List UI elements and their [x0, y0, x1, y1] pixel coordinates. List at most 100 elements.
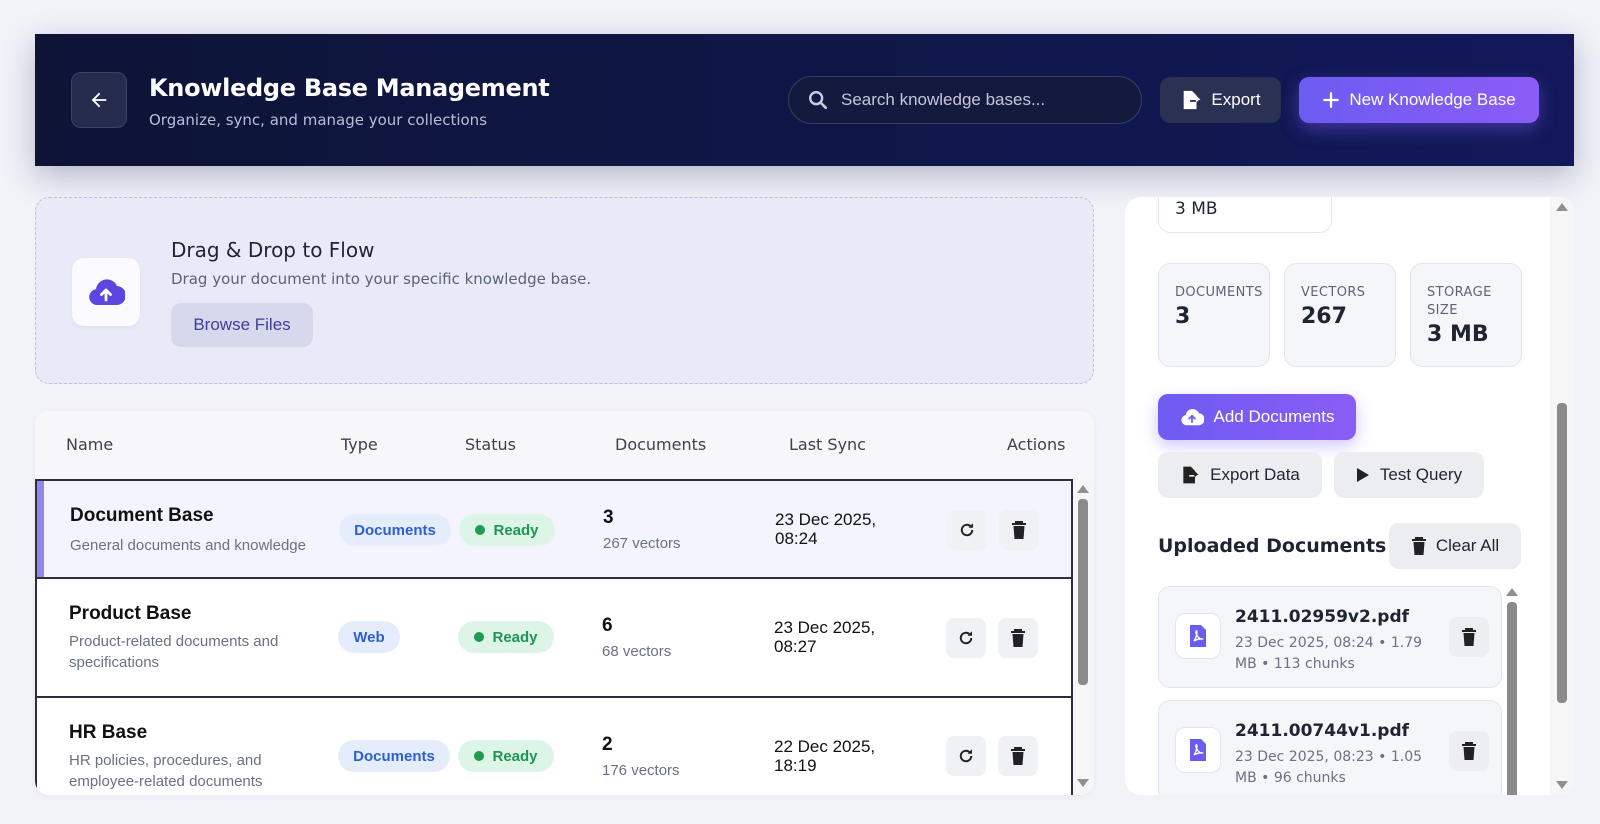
- table-row[interactable]: HR Base HR policies, procedures, and emp…: [35, 696, 1073, 795]
- export-button[interactable]: Export: [1160, 77, 1281, 123]
- file-name: 2411.02959v2.pdf: [1235, 607, 1410, 627]
- table-scrollbar[interactable]: [1073, 479, 1094, 795]
- last-sync: 23 Dec 2025, 08:24: [775, 510, 905, 548]
- delete-button[interactable]: [999, 510, 1039, 550]
- scroll-up-icon[interactable]: [1556, 203, 1568, 211]
- trash-icon: [1462, 628, 1476, 646]
- trash-icon: [1011, 747, 1025, 765]
- file-name: 2411.00744v1.pdf: [1235, 721, 1410, 741]
- stat-value: 3: [1175, 304, 1191, 329]
- stat-storage-size: STORAGE SIZE 3 MB: [1410, 263, 1522, 367]
- scroll-thumb[interactable]: [1507, 602, 1517, 795]
- arrow-left-icon: [91, 92, 107, 108]
- scroll-down-icon[interactable]: [1077, 779, 1089, 787]
- document-count: 2: [602, 734, 613, 755]
- refresh-icon: [960, 523, 974, 537]
- type-badge: Documents: [338, 740, 450, 772]
- refresh-icon: [959, 749, 973, 763]
- file-list-scrollbar[interactable]: [1504, 586, 1520, 795]
- trash-icon: [1411, 537, 1426, 555]
- file-meta: 23 Dec 2025, 08:24 • 1.79 MB • 113 chunk…: [1235, 635, 1423, 672]
- new-knowledge-base-button[interactable]: New Knowledge Base: [1299, 77, 1539, 123]
- scroll-down-icon[interactable]: [1556, 781, 1568, 789]
- cloud-upload-icon: [89, 279, 125, 306]
- search-box[interactable]: [788, 76, 1142, 124]
- last-sync-date: 23 Dec 2025,: [775, 510, 877, 529]
- refresh-button[interactable]: [947, 510, 987, 550]
- column-documents: Documents: [615, 435, 707, 454]
- add-documents-button[interactable]: Add Documents: [1158, 394, 1356, 440]
- file-meta: 23 Dec 2025, 08:23 • 1.05 MB • 96 chunks: [1235, 749, 1423, 786]
- status-badge: Ready: [458, 621, 554, 653]
- document-count: 6: [602, 615, 613, 636]
- scroll-thumb[interactable]: [1078, 499, 1088, 685]
- document-count: 3: [603, 507, 614, 528]
- last-sync-time: 08:24: [775, 529, 818, 548]
- details-panel: 3 MB DOCUMENTS 3 VECTORS 267 STORAGE SIZ…: [1125, 197, 1574, 795]
- scroll-thumb[interactable]: [1557, 403, 1567, 703]
- refresh-button[interactable]: [946, 736, 986, 776]
- browse-files-button[interactable]: Browse Files: [171, 303, 313, 347]
- new-knowledge-base-label: New Knowledge Base: [1349, 90, 1516, 109]
- vector-count: 267 vectors: [603, 535, 681, 552]
- partial-stat-value: 3 MB: [1175, 199, 1218, 219]
- table-body: Document Base General documents and know…: [35, 479, 1073, 795]
- clear-all-button[interactable]: Clear All: [1389, 523, 1521, 569]
- scroll-up-icon[interactable]: [1077, 485, 1089, 493]
- cloud-upload-tile: [72, 258, 140, 326]
- page-subtitle: Organize, sync, and manage your collecti…: [149, 111, 488, 129]
- back-button[interactable]: [71, 72, 127, 128]
- table-row[interactable]: Document Base General documents and know…: [35, 479, 1073, 579]
- last-sync-date: 23 Dec 2025,: [774, 618, 876, 637]
- stat-label: VECTORS: [1301, 285, 1366, 300]
- column-last-sync: Last Sync: [789, 435, 866, 454]
- dropzone-title: Drag & Drop to Flow: [171, 238, 375, 262]
- clear-all-label: Clear All: [1435, 536, 1500, 555]
- drop-zone[interactable]: Drag & Drop to Flow Drag your document i…: [35, 197, 1094, 384]
- uploaded-file-item[interactable]: 2411.02959v2.pdf 23 Dec 2025, 08:24 • 1.…: [1158, 586, 1502, 688]
- status-badge: Ready: [458, 740, 554, 772]
- refresh-button[interactable]: [946, 618, 986, 658]
- pdf-file-icon: [1175, 727, 1221, 773]
- export-data-label: Export Data: [1210, 465, 1300, 484]
- dropzone-description: Drag your document into your specific kn…: [171, 270, 592, 288]
- table-row[interactable]: Product Base Product-related documents a…: [35, 577, 1073, 698]
- export-label: Export: [1211, 90, 1261, 109]
- trash-icon: [1462, 742, 1476, 760]
- uploaded-file-item[interactable]: 2411.00744v1.pdf 23 Dec 2025, 08:23 • 1.…: [1158, 700, 1502, 795]
- stat-value: 3 MB: [1427, 322, 1489, 347]
- delete-file-button[interactable]: [1449, 617, 1489, 657]
- row-name: HR Base: [69, 722, 148, 743]
- panel-scrollbar[interactable]: [1550, 197, 1574, 795]
- stat-label: STORAGE SIZE: [1427, 285, 1492, 318]
- cloud-upload-icon: [1180, 409, 1204, 426]
- file-export-icon: [1183, 466, 1199, 484]
- status-badge: Ready: [459, 514, 555, 546]
- row-description: Product-related documents and specificat…: [69, 633, 279, 671]
- status-dot-icon: [474, 751, 485, 761]
- refresh-icon: [959, 631, 973, 645]
- row-description: HR policies, procedures, and employee-re…: [69, 752, 263, 790]
- column-name: Name: [66, 435, 114, 454]
- delete-file-button[interactable]: [1449, 731, 1489, 771]
- row-name: Document Base: [70, 505, 214, 526]
- last-sync: 22 Dec 2025, 18:19: [774, 737, 904, 775]
- column-status: Status: [465, 435, 516, 454]
- delete-button[interactable]: [998, 736, 1038, 776]
- type-badge: Web: [338, 621, 400, 653]
- trash-icon: [1011, 629, 1025, 647]
- delete-button[interactable]: [998, 618, 1038, 658]
- column-actions: Actions: [1007, 435, 1066, 454]
- plus-icon: [1323, 92, 1340, 108]
- row-name: Product Base: [69, 603, 192, 624]
- search-input[interactable]: [841, 90, 1121, 110]
- status-dot-icon: [475, 525, 486, 535]
- pdf-file-icon: [1175, 613, 1221, 659]
- status-label: Ready: [493, 521, 539, 539]
- type-badge: Documents: [339, 514, 451, 546]
- stat-label: DOCUMENTS: [1175, 285, 1263, 300]
- stat-value: 267: [1301, 304, 1347, 329]
- test-query-button[interactable]: Test Query: [1334, 452, 1484, 498]
- export-data-button[interactable]: Export Data: [1158, 452, 1322, 498]
- scroll-up-icon[interactable]: [1506, 588, 1518, 596]
